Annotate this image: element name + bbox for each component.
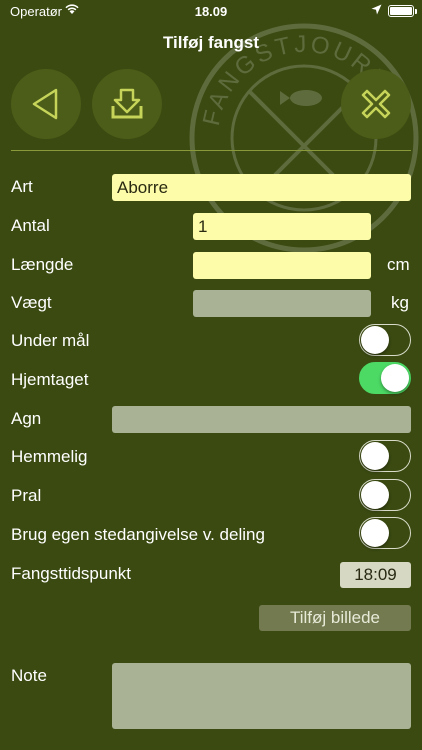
download-icon [111, 88, 143, 119]
note-label: Note [11, 666, 47, 685]
brag-toggle[interactable] [359, 479, 411, 511]
save-button[interactable] [92, 69, 162, 139]
battery-level [390, 6, 412, 15]
back-button[interactable] [11, 69, 81, 139]
own-location-toggle[interactable] [359, 517, 411, 549]
kept-toggle[interactable] [359, 362, 411, 394]
length-label: Længde [11, 255, 74, 274]
bait-input[interactable] [112, 406, 411, 433]
undersized-label: Under mål [11, 331, 90, 350]
divider [11, 150, 411, 151]
weight-unit: kg [391, 293, 409, 312]
species-label: Art [11, 177, 33, 196]
catch-time-label: Fangsttidspunkt [11, 564, 132, 583]
weight-label: Vægt [11, 293, 52, 312]
count-label: Antal [11, 216, 50, 235]
undersized-toggle[interactable] [359, 324, 411, 356]
toggle-knob [361, 442, 389, 470]
close-x-icon [361, 89, 391, 119]
kept-label: Hjemtaget [11, 370, 89, 389]
secret-label: Hemmelig [11, 447, 88, 466]
battery-icon [388, 4, 417, 17]
note-textarea[interactable] [112, 663, 411, 729]
toggle-knob [361, 519, 389, 547]
count-input[interactable]: 1 [193, 213, 371, 240]
weight-input[interactable] [193, 290, 371, 317]
bait-label: Agn [11, 409, 42, 428]
location-arrow-icon [371, 3, 382, 18]
clock: 18.09 [194, 4, 228, 19]
length-input[interactable] [193, 252, 371, 279]
status-bar: Operatør 18.09 [0, 0, 422, 22]
back-triangle-icon [32, 88, 58, 120]
own-location-label: Brug egen stedangivelse v. deling [11, 525, 265, 544]
secret-toggle[interactable] [359, 440, 411, 472]
brag-label: Pral [11, 486, 42, 505]
species-input[interactable]: Aborre [112, 174, 411, 201]
cancel-button[interactable] [341, 69, 411, 139]
toggle-knob [361, 481, 389, 509]
toggle-knob [381, 364, 409, 392]
add-photo-button[interactable]: Tilføj billede [259, 605, 411, 631]
length-unit: cm [387, 255, 410, 274]
toggle-knob [361, 326, 389, 354]
catch-time-picker[interactable]: 18:09 [340, 562, 411, 588]
